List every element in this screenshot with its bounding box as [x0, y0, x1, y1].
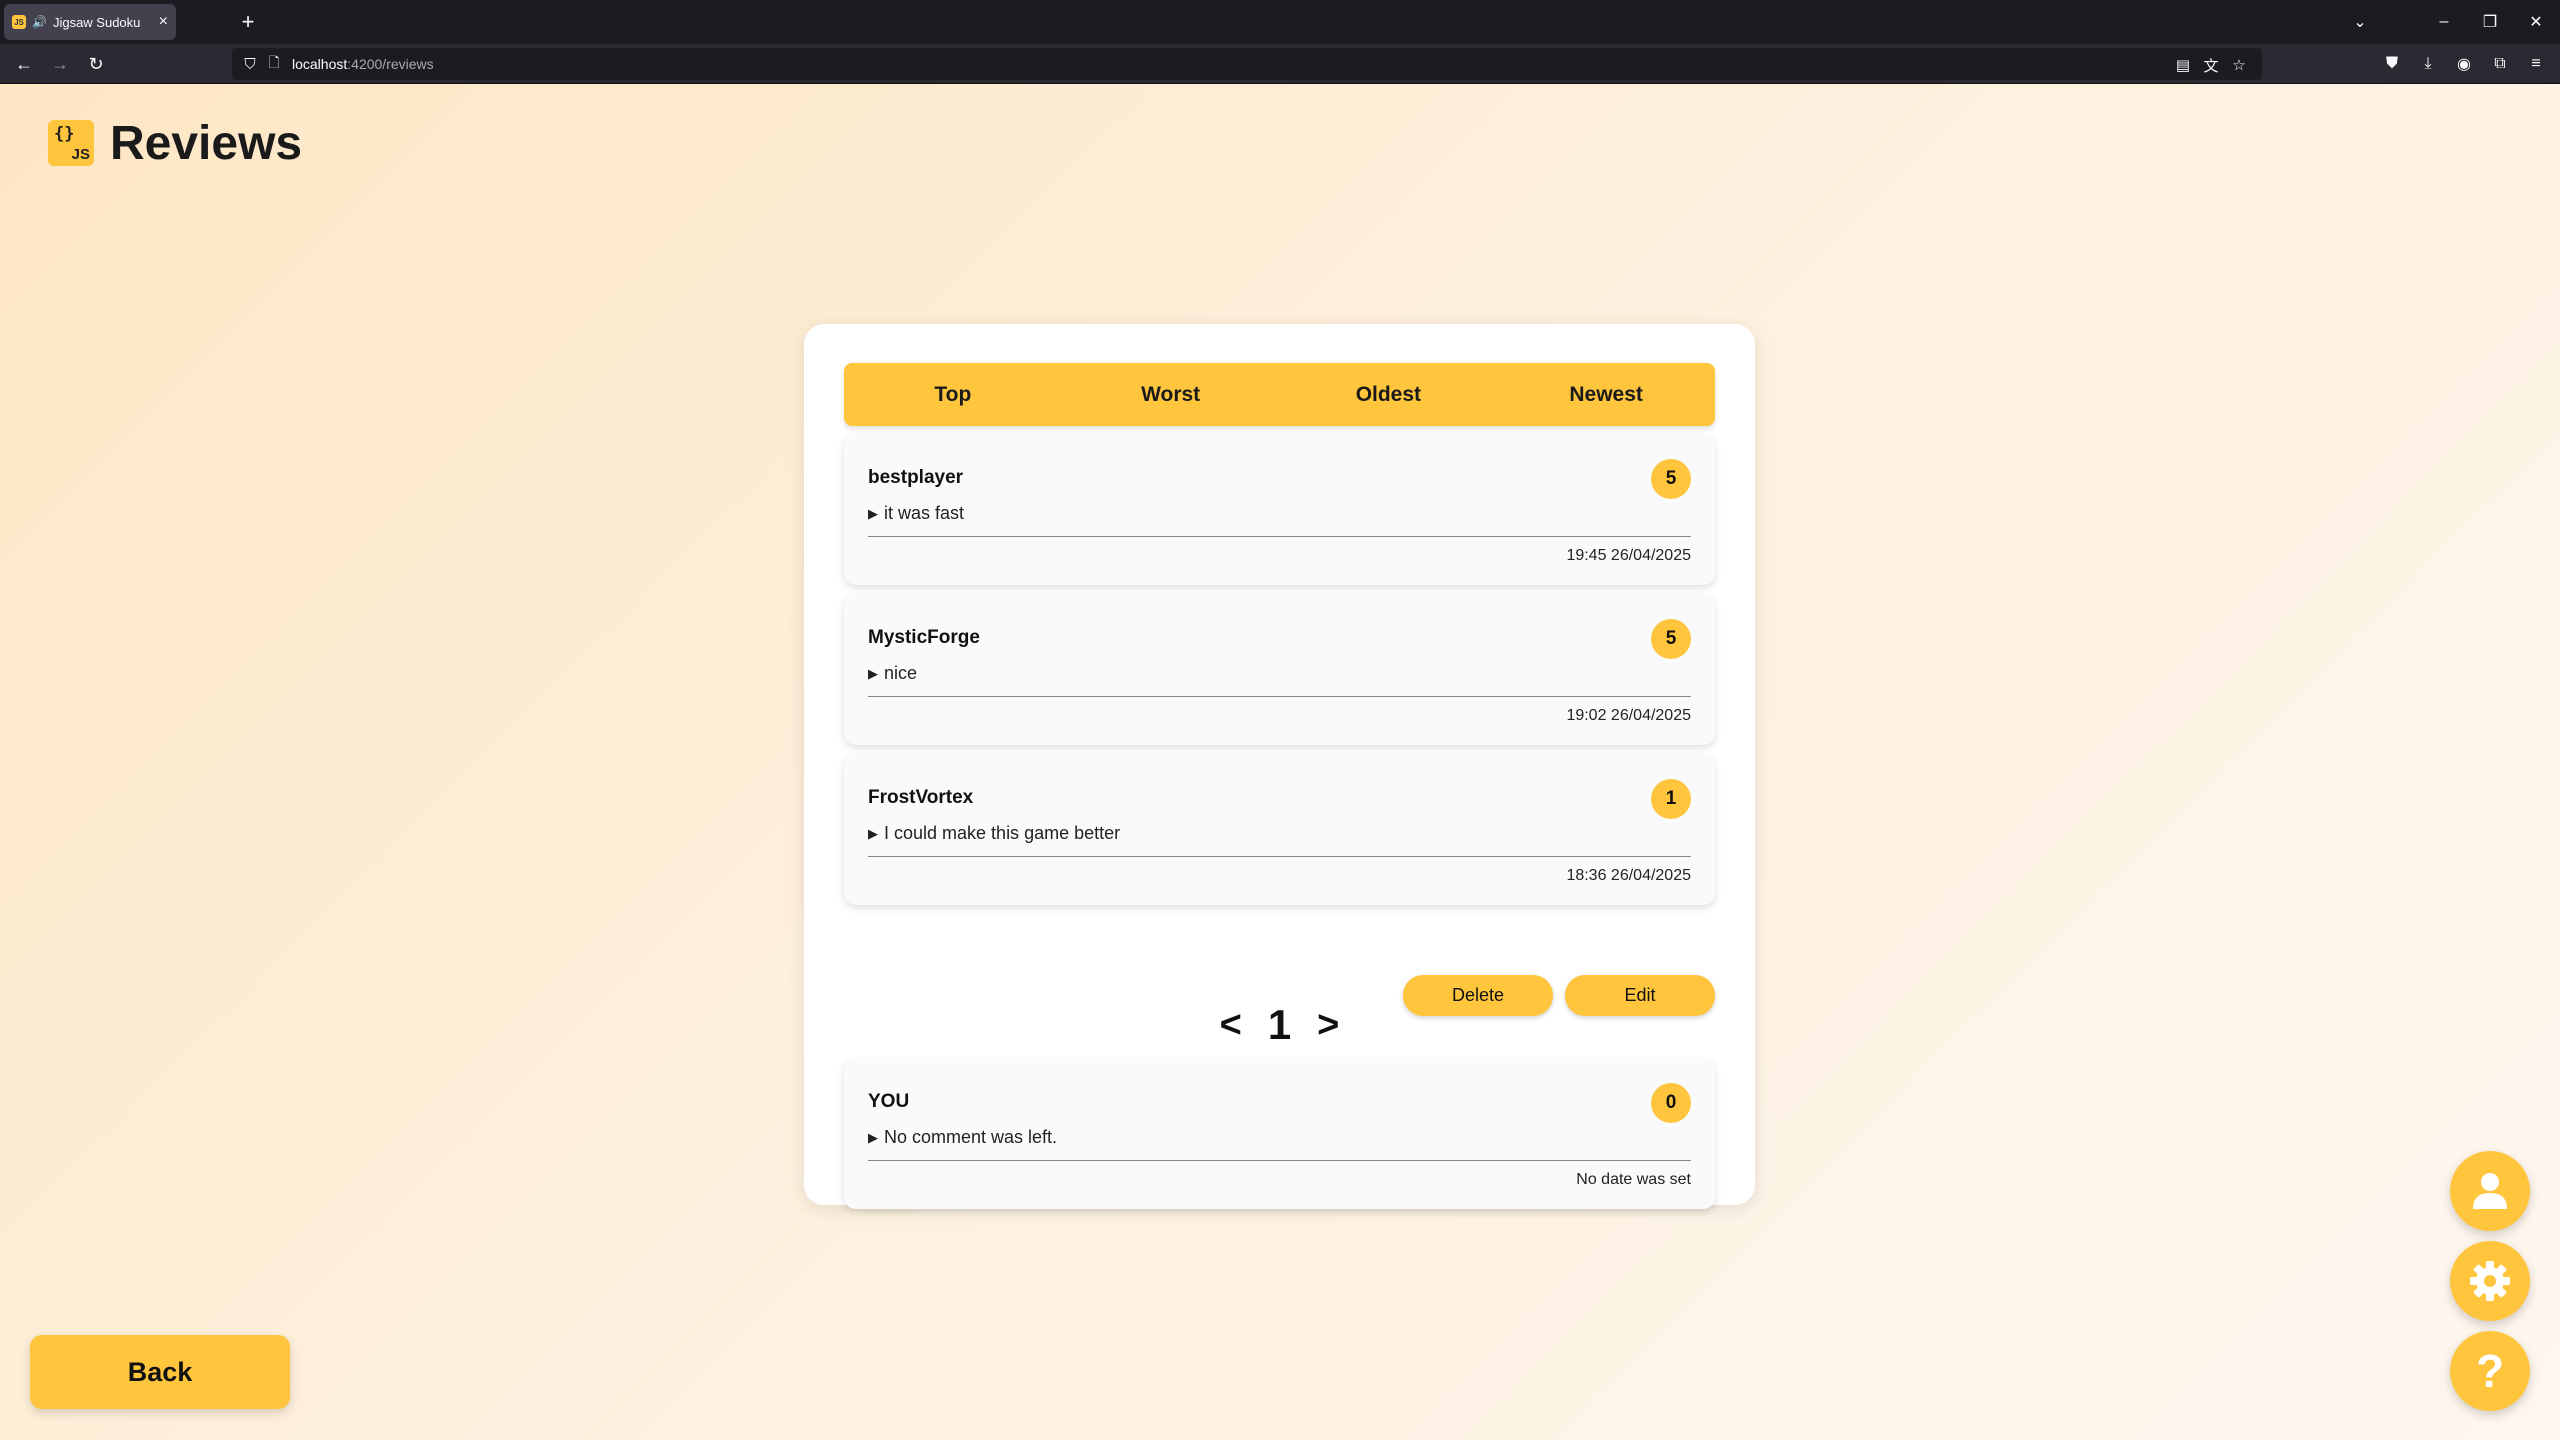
bookmark-star-icon[interactable]: ☆ — [2228, 54, 2250, 76]
review-author: bestplayer — [868, 467, 964, 488]
settings-button[interactable] — [2450, 1241, 2530, 1321]
tab-list-chevron-icon[interactable]: ⌄ — [2346, 8, 2374, 36]
divider — [868, 696, 1691, 697]
review-comment: it was fast — [884, 503, 965, 523]
sort-tab-oldest[interactable]: Oldest — [1280, 363, 1498, 426]
sort-tab-worst[interactable]: Worst — [1062, 363, 1280, 426]
review-item: MysticForge 5 ▶ nice 19:02 26/04/2025 — [844, 595, 1715, 745]
divider — [868, 536, 1691, 537]
review-date: 19:02 26/04/2025 — [1566, 707, 1691, 724]
disclosure-triangle-icon: ▶ — [868, 665, 878, 681]
user-icon — [2473, 1173, 2507, 1209]
rating-badge: 1 — [1651, 779, 1691, 819]
disclosure-triangle-icon: ▶ — [868, 825, 878, 841]
close-window-icon[interactable]: ✕ — [2522, 8, 2550, 36]
review-comment-toggle[interactable]: ▶ nice — [868, 663, 917, 684]
review-item: bestplayer 5 ▶ it was fast 19:45 26/04/2… — [844, 435, 1715, 585]
download-icon[interactable]: ⤓ — [2414, 50, 2442, 78]
forward-arrow-icon[interactable]: → — [46, 50, 74, 78]
back-arrow-icon[interactable]: ← — [10, 50, 38, 78]
pocket-icon[interactable]: ⛊ — [2378, 50, 2406, 78]
reviews-card: Top Worst Oldest Newest bestplayer 5 ▶ i… — [804, 324, 1755, 1209]
new-tab-icon[interactable]: + — [234, 8, 262, 36]
rating-badge: 5 — [1651, 619, 1691, 659]
extensions-icon[interactable]: ⧉ — [2486, 50, 2514, 78]
logo-js-text: JS — [71, 146, 90, 163]
review-author: MysticForge — [868, 627, 980, 648]
gear-icon — [2470, 1261, 2510, 1301]
restore-icon[interactable]: ❐ — [2476, 8, 2504, 36]
tab-title: Jigsaw Sudoku — [52, 14, 141, 30]
rating-badge: 5 — [1651, 459, 1691, 499]
edit-button[interactable]: Edit — [1565, 975, 1715, 1016]
profile-button[interactable] — [2450, 1151, 2530, 1231]
rating-badge: 0 — [1651, 1083, 1691, 1123]
next-page-button[interactable]: > — [1317, 1004, 1339, 1047]
browser-nav-bar: ← → ↻ ⛉ 🗋 localhost:4200/reviews ▤ 文 ☆ ⛊… — [0, 44, 2560, 84]
review-date: 18:36 26/04/2025 — [1566, 867, 1691, 884]
divider — [868, 1160, 1691, 1161]
close-tab-icon[interactable]: × — [159, 13, 168, 31]
delete-button[interactable]: Delete — [1403, 975, 1553, 1016]
minimize-icon[interactable]: – — [2430, 8, 2458, 36]
my-review: YOU 0 ▶ No comment was left. No date was… — [844, 1059, 1715, 1209]
sort-tab-newest[interactable]: Newest — [1497, 363, 1715, 426]
question-icon: ? — [2475, 1345, 2505, 1397]
sort-tab-top[interactable]: Top — [844, 363, 1062, 426]
translate-icon[interactable]: 文 — [2200, 54, 2222, 76]
disclosure-triangle-icon: ▶ — [868, 1129, 878, 1145]
url-text[interactable]: localhost:4200/reviews — [292, 56, 434, 72]
sort-tabs: Top Worst Oldest Newest — [844, 363, 1715, 426]
review-author: FrostVortex — [868, 787, 974, 808]
speaker-icon[interactable]: 🔊 — [32, 15, 47, 29]
app-logo: {} JS — [48, 120, 94, 166]
review-author: YOU — [868, 1091, 910, 1112]
review-date: 19:45 26/04/2025 — [1566, 547, 1691, 564]
account-icon[interactable]: ◉ — [2450, 50, 2478, 78]
browser-tab-bar: JS 🔊 Jigsaw Sudoku × + ⌄ – ❐ ✕ — [0, 0, 2560, 44]
menu-icon[interactable]: ≡ — [2522, 50, 2550, 78]
favicon-icon: JS — [12, 15, 26, 29]
review-comment: No comment was left. — [884, 1127, 1058, 1147]
shield-icon[interactable]: ⛉ — [240, 54, 260, 74]
review-item: FrostVortex 1 ▶ I could make this game b… — [844, 755, 1715, 905]
logo-braces: {} — [54, 124, 75, 144]
browser-tab[interactable]: JS 🔊 Jigsaw Sudoku × — [4, 4, 176, 40]
review-comment: I could make this game better — [884, 823, 1121, 843]
review-comment-toggle[interactable]: ▶ it was fast — [868, 503, 964, 524]
page-number: 1 — [1267, 1001, 1292, 1048]
reader-view-icon[interactable]: ▤ — [2172, 54, 2194, 76]
help-button[interactable]: ? — [2450, 1331, 2530, 1411]
disclosure-triangle-icon: ▶ — [868, 505, 878, 521]
review-comment-toggle[interactable]: ▶ I could make this game better — [868, 823, 1120, 844]
page-title: Reviews — [110, 117, 303, 170]
back-button[interactable]: Back — [30, 1335, 290, 1409]
address-bar[interactable]: ⛉ 🗋 localhost:4200/reviews ▤ 文 ☆ — [232, 48, 2262, 80]
divider — [868, 856, 1691, 857]
page-info-icon[interactable]: 🗋 — [264, 54, 284, 74]
review-comment-toggle[interactable]: ▶ No comment was left. — [868, 1127, 1057, 1148]
page-content: {} JS Reviews Top Worst Oldest Newest be… — [0, 84, 2560, 1440]
prev-page-button[interactable]: < — [1220, 1004, 1242, 1047]
review-date: No date was set — [1576, 1171, 1691, 1188]
reload-icon[interactable]: ↻ — [82, 50, 110, 78]
review-comment: nice — [884, 663, 918, 683]
